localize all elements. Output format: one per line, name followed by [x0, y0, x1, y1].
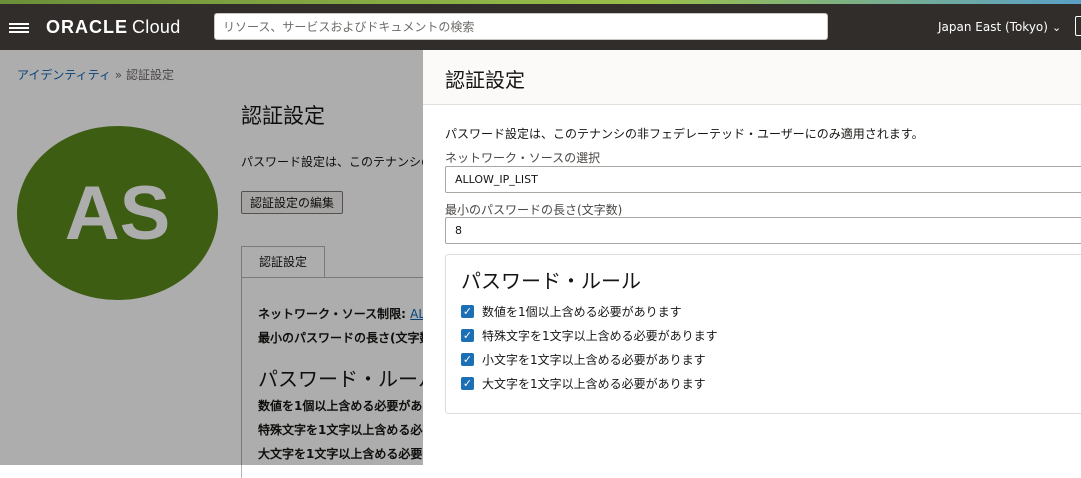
- edit-auth-settings-drawer: 認証設定 パスワード設定は、このテナンシの非フェデレーテッド・ユーザーにのみ適用…: [423, 50, 1081, 465]
- search-input[interactable]: [214, 13, 828, 40]
- rule-label: 特殊文字を1文字以上含める必要があります: [482, 328, 718, 343]
- menu-icon[interactable]: [9, 21, 29, 35]
- top-header: ORACLECloud Japan East (Tokyo)⌄: [0, 4, 1081, 50]
- min-length-input[interactable]: [445, 217, 1081, 244]
- rule-require-special[interactable]: ✓ 特殊文字を1文字以上含める必要があります: [461, 327, 718, 343]
- drawer-title: 認証設定: [445, 68, 525, 92]
- modal-overlay[interactable]: [0, 50, 423, 465]
- cloud-shell-icon[interactable]: [1075, 16, 1081, 36]
- rule-label: 小文字を1文字以上含める必要があります: [482, 352, 706, 367]
- oracle-cloud-logo[interactable]: ORACLE Cloud: [46, 17, 181, 38]
- checkbox-checked-icon[interactable]: ✓: [461, 304, 474, 318]
- checkbox-checked-icon[interactable]: ✓: [461, 328, 474, 342]
- chevron-down-icon: ⌄: [1051, 21, 1062, 34]
- rule-label: 数値を1個以上含める必要があります: [482, 304, 682, 319]
- region-selector[interactable]: Japan East (Tokyo) ⌄: [938, 20, 1061, 34]
- rule-require-digit[interactable]: ✓ 数値を1個以上含める必要があります: [461, 303, 682, 319]
- network-source-label: ネットワーク・ソースの選択: [445, 151, 601, 165]
- checkbox-checked-icon[interactable]: ✓: [461, 352, 474, 366]
- password-rules-title: パスワード・ルール: [461, 269, 641, 293]
- logo-brand: ORACLE: [46, 17, 128, 37]
- drawer-note: パスワード設定は、このテナンシの非フェデレーテッド・ユーザーにのみ適用されます。: [445, 127, 924, 141]
- network-source-select[interactable]: [445, 166, 1081, 193]
- region-label: Japan East (Tokyo): [938, 20, 1048, 34]
- rule-label: 大文字を1文字以上含める必要があります: [482, 376, 706, 391]
- logo-product: Cloud: [132, 17, 181, 37]
- rule-require-uppercase[interactable]: ✓ 大文字を1文字以上含める必要があります: [461, 375, 706, 391]
- checkbox-checked-icon[interactable]: ✓: [461, 376, 474, 390]
- password-rules-section: パスワード・ルール ✓ 数値を1個以上含める必要があります ✓ 特殊文字を1文字…: [445, 254, 1081, 414]
- drawer-header: 認証設定: [423, 50, 1081, 105]
- rule-require-lowercase[interactable]: ✓ 小文字を1文字以上含める必要があります: [461, 351, 706, 367]
- min-length-label: 最小のパスワードの長さ(文字数): [445, 203, 623, 217]
